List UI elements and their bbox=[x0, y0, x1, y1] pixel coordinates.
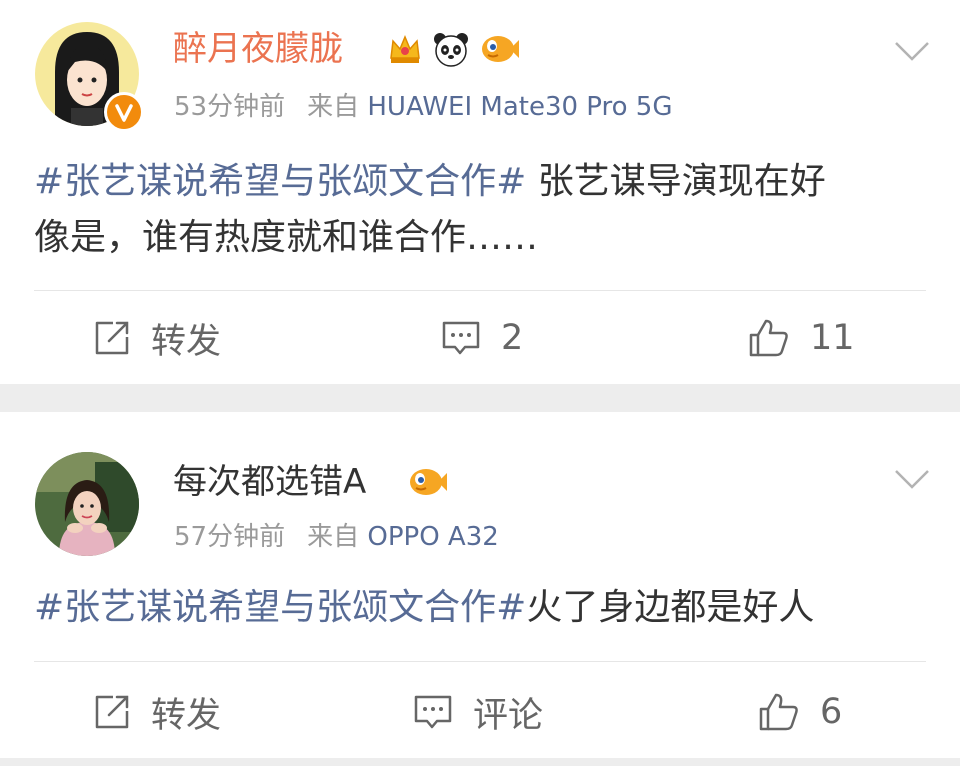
post-time: 57分钟前 bbox=[174, 522, 286, 552]
post-meta: 53分钟前 来自 HUAWEI Mate30 Pro 5G bbox=[174, 92, 673, 122]
from-label: 来自 bbox=[307, 522, 360, 552]
author-name[interactable]: 每次都选错A bbox=[173, 462, 366, 502]
like-button[interactable]: 11 bbox=[748, 316, 855, 360]
post-text: 像是，谁有热度就和谁合作…… bbox=[34, 217, 539, 258]
post-source[interactable]: HUAWEI Mate30 Pro 5G bbox=[367, 92, 672, 122]
like-count: 11 bbox=[810, 318, 855, 358]
repost-label: 转发 bbox=[151, 695, 222, 736]
topic-link[interactable]: #张艺谋说希望与张颂文合作# bbox=[34, 587, 526, 628]
post-time: 53分钟前 bbox=[174, 92, 286, 122]
repost-button[interactable]: 转发 bbox=[93, 690, 221, 736]
fish-badge-icon bbox=[408, 463, 447, 501]
fish-badge-icon bbox=[480, 30, 519, 68]
comment-button[interactable]: 2 bbox=[441, 316, 523, 360]
divider bbox=[0, 758, 960, 766]
post-content: #张艺谋说希望与张颂文合作# 张艺谋导演现在好 像是，谁有热度就和谁合作…… bbox=[34, 154, 924, 266]
avatar[interactable] bbox=[35, 452, 139, 556]
repost-label: 转发 bbox=[151, 321, 222, 362]
like-button[interactable]: 6 bbox=[758, 690, 842, 734]
thumbs-up-icon bbox=[759, 693, 798, 731]
post-text: 张艺谋导演现在好 bbox=[526, 161, 826, 202]
comment-icon bbox=[414, 695, 452, 729]
repost-icon bbox=[95, 321, 129, 355]
weibo-post: 每次都选错A 57分钟前 来自 OPPO A32 #张艺谋说希望与张颂文合作#火了… bbox=[0, 412, 960, 758]
verified-badge-icon bbox=[104, 92, 144, 132]
weibo-post: 醉月夜朦胧 53分钟前 来自 HUAWEI Mate30 Pro 5G #张艺谋… bbox=[0, 0, 960, 384]
panda-badge-icon bbox=[432, 30, 470, 68]
from-label: 来自 bbox=[307, 92, 360, 122]
post-meta: 57分钟前 来自 OPPO A32 bbox=[174, 522, 499, 552]
chevron-down-icon[interactable] bbox=[894, 40, 930, 62]
thumbs-up-icon bbox=[749, 319, 788, 357]
author-name[interactable]: 醉月夜朦胧 bbox=[173, 29, 343, 69]
like-count: 6 bbox=[820, 692, 843, 732]
topic-link[interactable]: #张艺谋说希望与张颂文合作# bbox=[34, 161, 526, 202]
post-source[interactable]: OPPO A32 bbox=[367, 522, 498, 552]
post-content: #张艺谋说希望与张颂文合作#火了身边都是好人 bbox=[34, 580, 924, 636]
comment-button[interactable]: 评论 bbox=[413, 690, 543, 736]
comment-icon bbox=[442, 321, 480, 355]
repost-button[interactable]: 转发 bbox=[93, 316, 221, 362]
chevron-down-icon[interactable] bbox=[894, 468, 930, 490]
divider bbox=[34, 661, 926, 662]
crown-badge-icon bbox=[386, 30, 424, 68]
comment-count: 2 bbox=[501, 318, 524, 358]
comment-label: 评论 bbox=[473, 695, 544, 736]
divider bbox=[34, 290, 926, 291]
repost-icon bbox=[95, 695, 129, 729]
post-text: 火了身边都是好人 bbox=[526, 587, 815, 628]
